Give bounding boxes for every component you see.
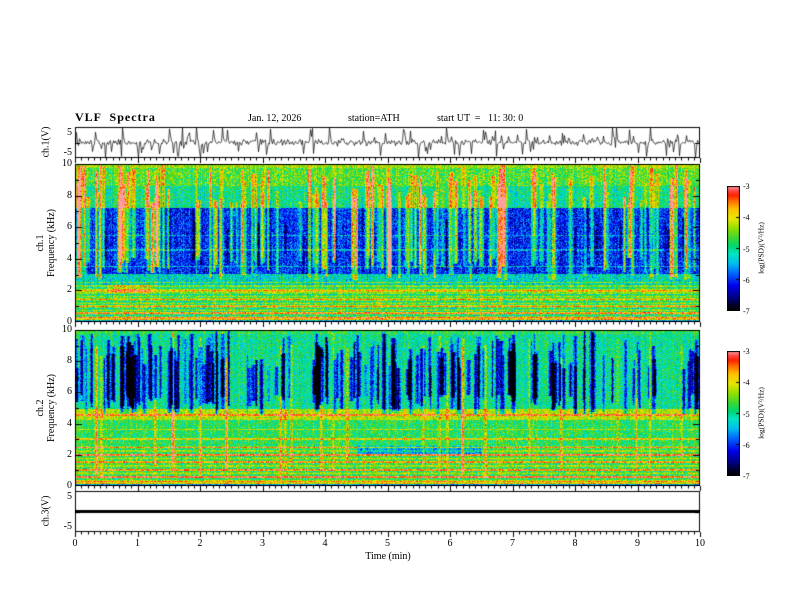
x-tick-label: 8 <box>572 538 578 549</box>
colorbar-tick-label: -3 <box>743 182 750 191</box>
colorbar-ch1 <box>727 186 740 311</box>
frequency-tick-label: 2 <box>67 448 72 460</box>
figure-title: VLF Spectra <box>75 110 156 124</box>
ch3-voltage-axis-label: ch.3(V) <box>40 495 52 527</box>
frequency-tick-label: 10 <box>62 158 72 169</box>
colorbar-tick-label: -7 <box>743 307 750 316</box>
ch1-axis-label-line2: Frequency (kHz) <box>46 208 57 278</box>
colorbar-tick-label: -3 <box>743 347 750 356</box>
x-tick-label: 6 <box>447 538 453 549</box>
colorbar-tick-label: -5 <box>743 409 750 419</box>
colorbar-tick-label: -4 <box>743 378 750 388</box>
frequency-tick-label: 2 <box>67 284 72 296</box>
x-tick-label: 1 <box>135 538 140 549</box>
colorbar2-psd-label: log(PSD)(V²/Hz) <box>756 387 766 439</box>
colorbar-tick-label: -7 <box>743 472 750 481</box>
ch1-axis-label-line1: ch.1 <box>35 234 46 252</box>
ch2-frequency-axis-label: ch.2 Frequency (kHz) <box>35 374 57 442</box>
ch2-axis-label-line1: ch.2 <box>35 399 46 417</box>
x-tick-label: 0 <box>72 538 78 549</box>
frequency-tick-label: 8 <box>67 189 72 201</box>
ch3-voltage-waveform-panel <box>75 491 700 532</box>
header-start-ut: start UT = 11: 30: 0 <box>437 113 524 124</box>
frequency-tick-label: 8 <box>67 355 72 367</box>
x-tick-label: 7 <box>510 538 515 549</box>
colorbar-tick-label: -4 <box>743 213 750 223</box>
voltage-tick-label: 5 <box>67 491 72 502</box>
x-tick-label: 4 <box>322 538 328 549</box>
colorbar-tick-label: -5 <box>743 244 750 254</box>
x-tick-label: 9 <box>635 538 640 549</box>
frequency-tick-label: 0 <box>67 480 72 491</box>
x-axis-title: Time (min) <box>365 551 411 562</box>
frequency-tick-label: 0 <box>67 316 72 327</box>
x-tick-label: 2 <box>197 538 203 549</box>
colorbar-ch2 <box>727 351 740 476</box>
voltage-tick-label: -5 <box>63 521 72 532</box>
colorbar-tick-label: -6 <box>743 440 750 450</box>
header-station: station=ATH <box>348 113 400 124</box>
x-tick-label: 10 <box>695 538 705 549</box>
ch2-spectrogram-panel <box>75 330 700 486</box>
ch1-frequency-axis-label: ch.1 Frequency (kHz) <box>35 209 57 277</box>
ch1-voltage-axis-label: ch.1(V) <box>40 126 52 158</box>
colorbar-tick-label: -6 <box>743 275 750 285</box>
colorbar1-psd-label: log(PSD)(V²/Hz) <box>756 222 766 274</box>
ch2-axis-label-line2: Frequency (kHz) <box>46 373 57 443</box>
ch1-voltage-waveform-panel <box>75 127 700 158</box>
voltage-tick-label: 5 <box>67 127 72 138</box>
header-date: Jan. 12, 2026 <box>248 113 302 124</box>
x-tick-label: 3 <box>260 538 265 549</box>
ch1-spectrogram-panel <box>75 164 700 322</box>
voltage-tick-label: -5 <box>63 147 72 158</box>
frequency-tick-label: 10 <box>62 324 72 335</box>
x-tick-label: 5 <box>385 538 390 549</box>
vlf-spectra-figure: VLF Spectra Jan. 12, 2026 station=ATH st… <box>0 0 792 612</box>
